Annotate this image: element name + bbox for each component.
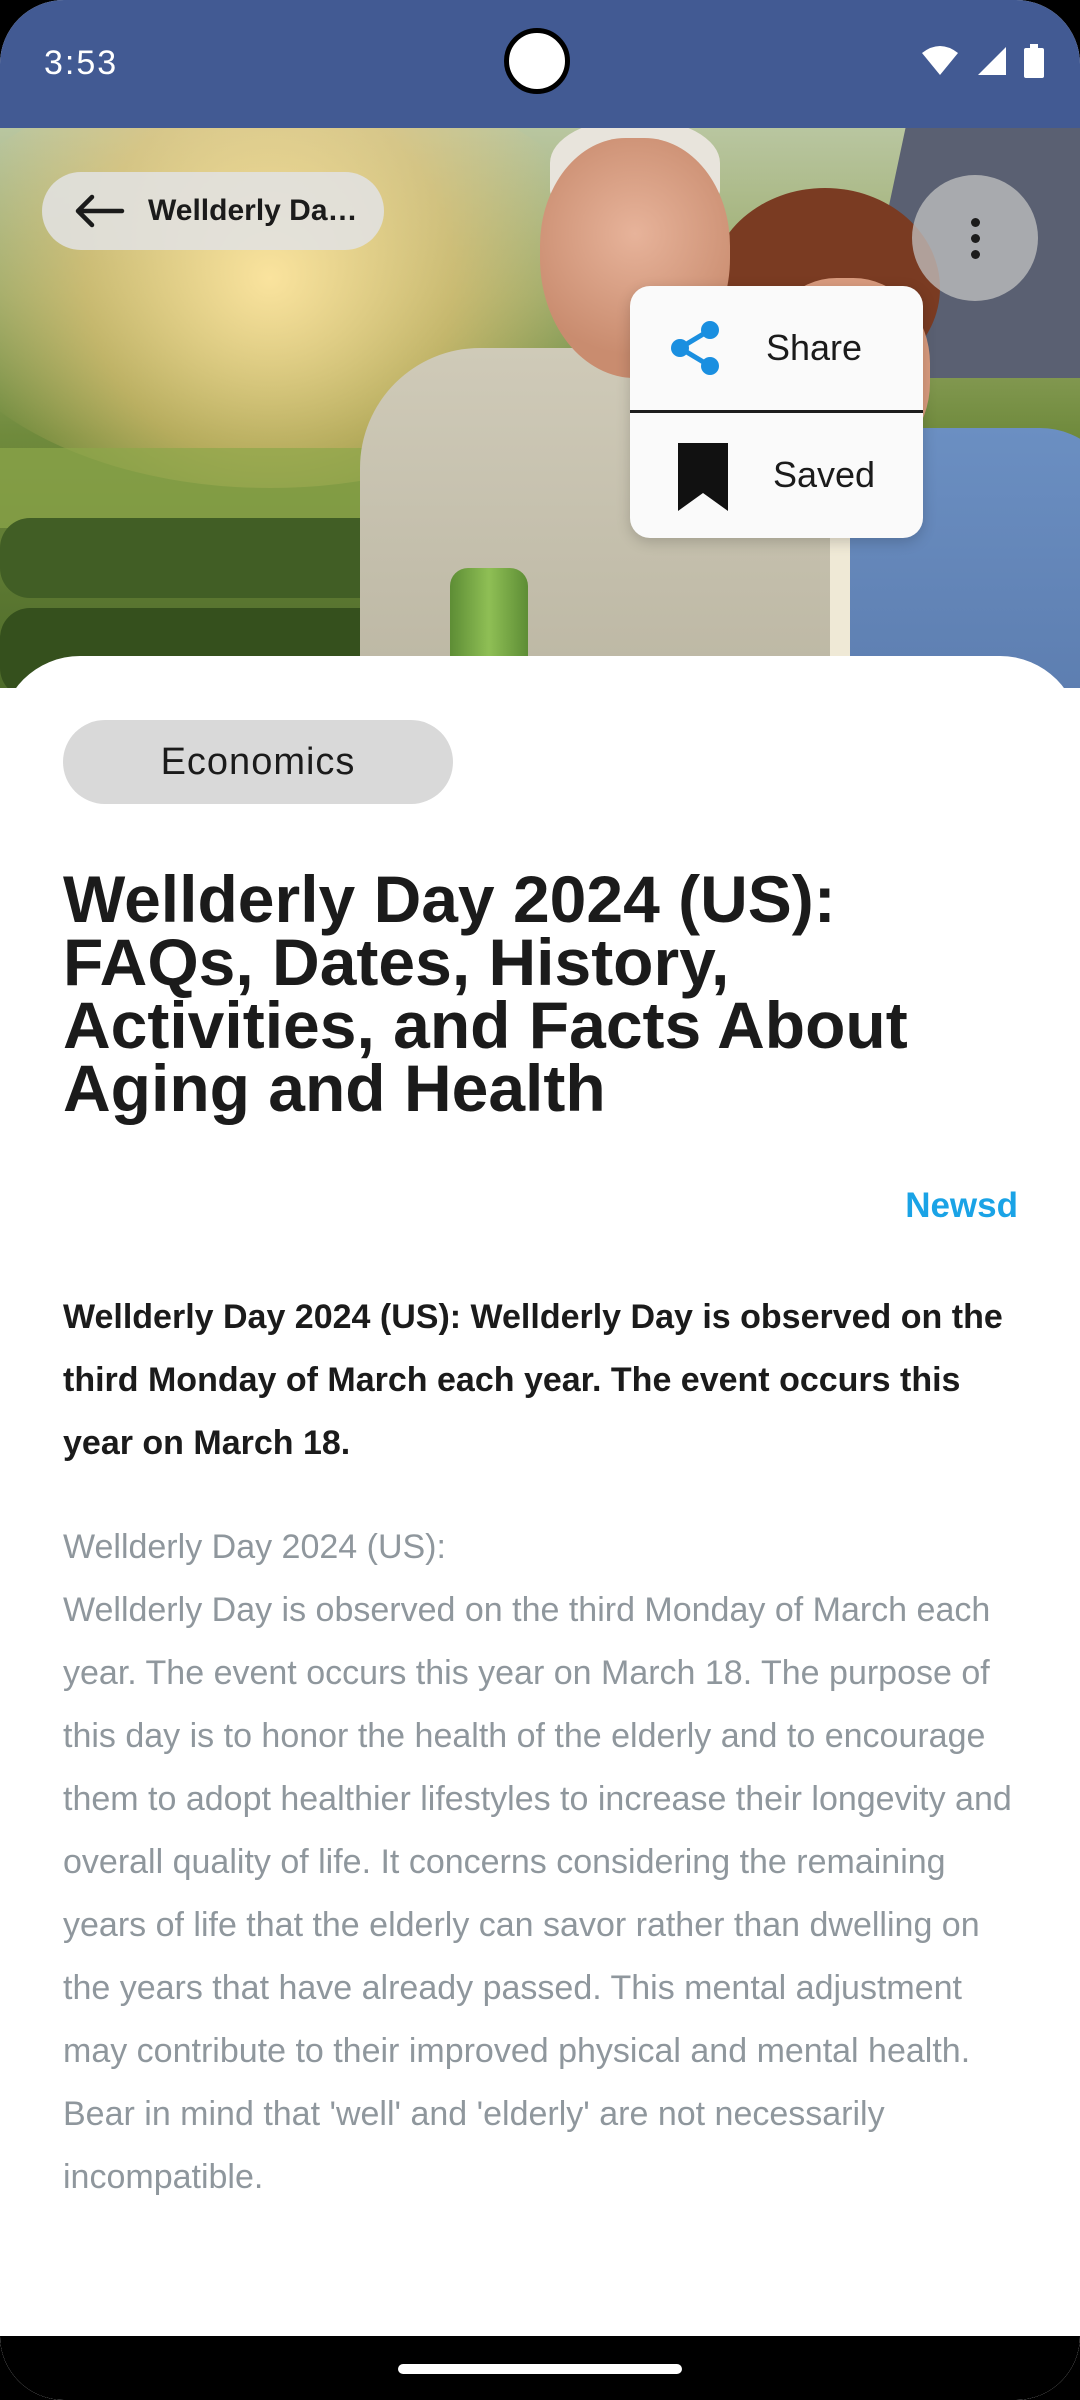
- more-options-button[interactable]: [912, 175, 1038, 301]
- camera-cutout: [504, 28, 570, 94]
- back-arrow-icon: [75, 194, 125, 228]
- signal-icon: [978, 47, 1006, 75]
- more-vert-icon: [970, 217, 980, 259]
- menu-saved-label: Saved: [773, 454, 876, 495]
- menu-item-share[interactable]: Share: [630, 286, 923, 410]
- back-button[interactable]: Wellderly Da…: [42, 172, 384, 250]
- article-body: Wellderly Day 2024 (US): Wellderly Day i…: [63, 1516, 1023, 2209]
- share-icon: [671, 321, 719, 375]
- article-title: Wellderly Day 2024 (US): FAQs, Dates, Hi…: [63, 862, 908, 1125]
- status-time: 3:53: [44, 44, 119, 82]
- article-card: Economics Wellderly Day 2024 (US): FAQs,…: [0, 656, 1080, 2400]
- home-gesture-handle[interactable]: [398, 2364, 682, 2374]
- menu-share-label: Share: [766, 327, 863, 368]
- screen: 3:53 Wellderly Da… Share Saved Economics…: [0, 0, 1080, 2400]
- back-chip-title: Wellderly Da…: [148, 194, 358, 227]
- battery-icon: [1024, 44, 1044, 78]
- status-icons: [920, 44, 1044, 78]
- category-chip[interactable]: Economics: [63, 720, 453, 804]
- bookmark-icon: [678, 443, 728, 511]
- navigation-bar: [0, 2336, 1080, 2400]
- status-bar: 3:53: [0, 0, 1080, 128]
- menu-item-saved[interactable]: Saved: [630, 410, 923, 537]
- article-source[interactable]: Newsd: [905, 1186, 1018, 1226]
- article-body-paragraph: Wellderly Day is observed on the third M…: [63, 1591, 1012, 2196]
- wifi-icon: [922, 46, 958, 75]
- article-lead: Wellderly Day 2024 (US): Wellderly Day i…: [63, 1298, 1003, 1462]
- article-body-heading: Wellderly Day 2024 (US):: [63, 1528, 446, 1566]
- options-menu: Share Saved: [630, 286, 923, 538]
